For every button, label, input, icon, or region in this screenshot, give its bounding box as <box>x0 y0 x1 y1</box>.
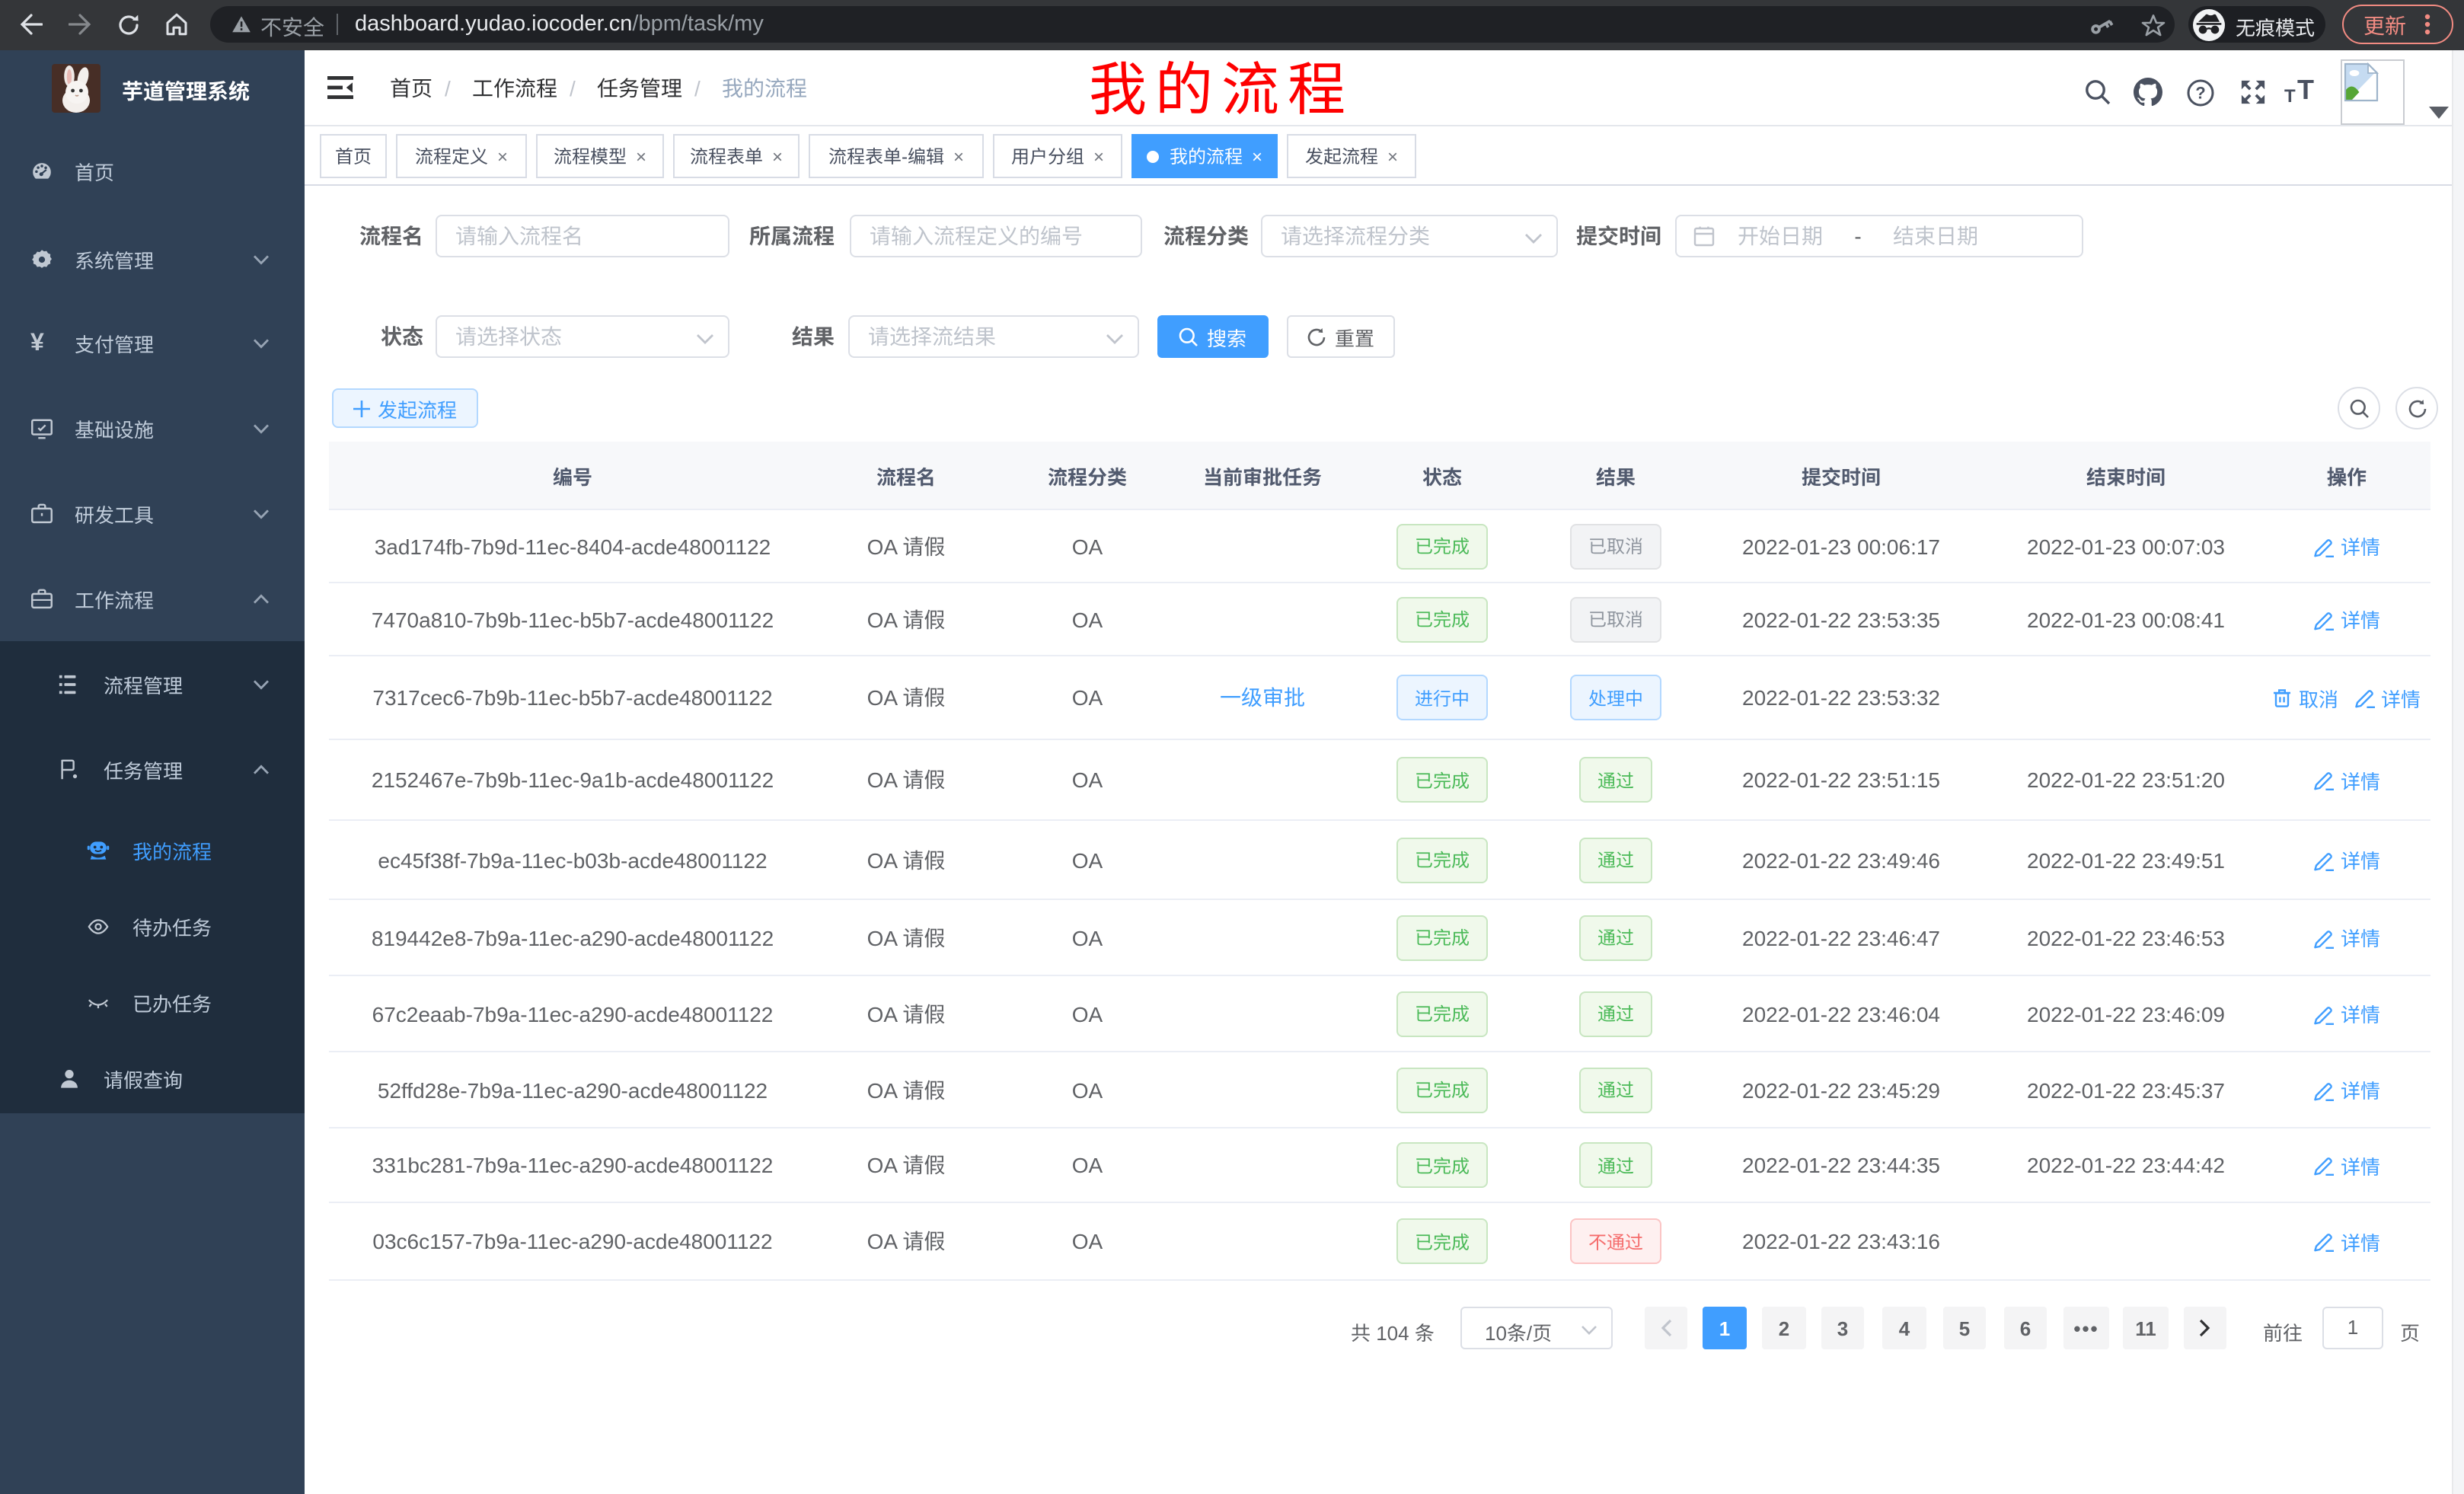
svg-text:?: ? <box>2195 84 2205 103</box>
